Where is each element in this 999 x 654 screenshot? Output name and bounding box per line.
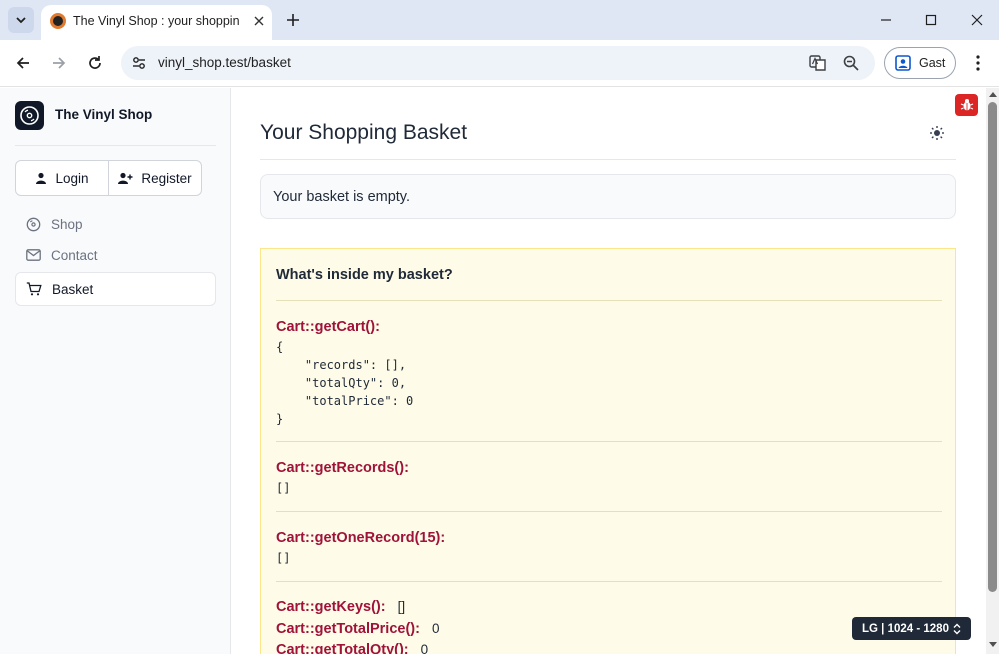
divider bbox=[260, 159, 956, 160]
close-icon bbox=[254, 16, 264, 26]
get-total-price-row: Cart::getTotalPrice(): 0 bbox=[276, 621, 439, 637]
debug-heading: What's inside my basket? bbox=[276, 267, 453, 283]
tab-search-button[interactable] bbox=[8, 7, 34, 33]
arrow-right-icon bbox=[53, 57, 66, 69]
zoom-out-icon bbox=[843, 55, 859, 71]
sidebar: The Vinyl Shop Login Register Shop Conta… bbox=[0, 88, 231, 654]
vinyl-record-icon bbox=[26, 217, 41, 231]
divider bbox=[276, 300, 942, 301]
address-bar[interactable]: vinyl_shop.test/basket bbox=[121, 46, 875, 80]
zoom-button[interactable] bbox=[841, 53, 861, 73]
user-icon bbox=[36, 172, 47, 184]
sidebar-item-label: Basket bbox=[52, 281, 94, 297]
chevron-up-down-icon bbox=[953, 623, 961, 634]
theme-toggle-button[interactable] bbox=[928, 124, 946, 142]
get-one-record-output: [] bbox=[276, 551, 291, 565]
cart-icon bbox=[26, 282, 42, 296]
tab-title: The Vinyl Shop : your shopping basket bbox=[73, 14, 239, 28]
profile-icon bbox=[895, 55, 911, 71]
minimize-button[interactable] bbox=[873, 8, 899, 32]
get-keys-row: Cart::getKeys(): [] bbox=[276, 599, 405, 615]
sidebar-item-basket[interactable]: Basket bbox=[15, 272, 216, 306]
reload-icon bbox=[89, 56, 101, 69]
page-scrollbar[interactable] bbox=[986, 88, 999, 654]
get-records-output: [] bbox=[276, 481, 291, 495]
get-cart-output: { "records": [], "totalQty": 0, "totalPr… bbox=[276, 340, 414, 426]
divider bbox=[15, 145, 216, 146]
get-keys-label: Cart::getKeys(): bbox=[276, 599, 386, 615]
more-vertical-icon bbox=[976, 55, 980, 71]
scrollbar-thumb[interactable] bbox=[988, 102, 997, 592]
debug-panel: What's inside my basket? Cart::getCart()… bbox=[260, 248, 956, 654]
get-cart-label: Cart::getCart(): bbox=[276, 319, 380, 335]
login-button[interactable]: Login bbox=[16, 161, 108, 195]
empty-basket-alert: Your basket is empty. bbox=[260, 174, 956, 219]
browser-tab-bar: The Vinyl Shop : your shopping basket bbox=[0, 0, 999, 40]
sidebar-item-contact[interactable]: Contact bbox=[15, 238, 216, 272]
get-total-qty-label: Cart::getTotalQty(): bbox=[276, 642, 409, 654]
reload-button[interactable] bbox=[83, 51, 107, 75]
breakpoint-label: LG | 1024 - 1280 bbox=[862, 622, 949, 635]
user-plus-icon bbox=[118, 172, 133, 184]
get-total-qty-row: Cart::getTotalQty(): 0 bbox=[276, 642, 428, 654]
get-keys-output: [] bbox=[397, 599, 406, 614]
site-info-button[interactable] bbox=[130, 54, 148, 72]
login-label: Login bbox=[55, 170, 89, 186]
forward-button[interactable] bbox=[47, 51, 71, 75]
vinyl-record-icon bbox=[20, 106, 39, 125]
maximize-icon bbox=[925, 14, 937, 26]
profile-button[interactable]: Gast bbox=[884, 47, 956, 79]
page-title: Your Shopping Basket bbox=[260, 121, 468, 144]
bug-icon bbox=[960, 99, 973, 111]
brand-name[interactable]: The Vinyl Shop bbox=[55, 107, 152, 122]
sidebar-item-label: Contact bbox=[51, 247, 98, 263]
divider bbox=[276, 511, 942, 512]
close-tab-button[interactable] bbox=[250, 12, 268, 30]
get-one-record-label: Cart::getOneRecord(15): bbox=[276, 530, 446, 546]
translate-icon bbox=[809, 55, 826, 71]
plus-icon bbox=[287, 14, 299, 26]
browser-menu-button[interactable] bbox=[968, 53, 988, 73]
browser-toolbar: vinyl_shop.test/basket Gast bbox=[0, 40, 999, 87]
envelope-icon bbox=[26, 249, 41, 261]
tune-icon bbox=[133, 57, 145, 69]
register-label: Register bbox=[141, 170, 192, 186]
back-button[interactable] bbox=[11, 51, 35, 75]
sun-icon bbox=[930, 126, 944, 140]
profile-label: Gast bbox=[919, 56, 946, 70]
chevron-down-icon bbox=[16, 17, 26, 24]
main-content: Your Shopping Basket Your basket is empt… bbox=[231, 88, 986, 654]
sidebar-item-label: Shop bbox=[51, 216, 83, 232]
vinyl-logo-icon[interactable] bbox=[15, 101, 44, 130]
browser-tab[interactable]: The Vinyl Shop : your shopping basket bbox=[41, 5, 272, 40]
sidebar-item-shop[interactable]: Shop bbox=[15, 207, 216, 241]
url-text[interactable]: vinyl_shop.test/basket bbox=[158, 55, 291, 70]
divider bbox=[276, 581, 942, 582]
close-icon bbox=[971, 14, 983, 26]
get-total-price-output: 0 bbox=[431, 621, 440, 636]
arrow-left-icon bbox=[16, 57, 29, 69]
minimize-icon bbox=[881, 19, 891, 21]
register-button[interactable]: Register bbox=[108, 161, 201, 195]
maximize-button[interactable] bbox=[918, 8, 944, 32]
favicon-icon bbox=[50, 13, 66, 29]
breakpoint-badge[interactable]: LG | 1024 - 1280 bbox=[852, 617, 971, 640]
get-total-price-label: Cart::getTotalPrice(): bbox=[276, 621, 420, 637]
close-window-button[interactable] bbox=[964, 8, 990, 32]
get-total-qty-output: 0 bbox=[420, 642, 429, 654]
debugbar-button[interactable] bbox=[955, 94, 978, 116]
get-records-label: Cart::getRecords(): bbox=[276, 460, 409, 476]
scroll-up-arrow-icon[interactable] bbox=[989, 92, 997, 97]
auth-button-group: Login Register bbox=[15, 160, 202, 196]
translate-button[interactable] bbox=[808, 53, 828, 73]
scroll-down-arrow-icon[interactable] bbox=[989, 642, 997, 647]
new-tab-button[interactable] bbox=[282, 9, 304, 31]
divider bbox=[276, 441, 942, 442]
